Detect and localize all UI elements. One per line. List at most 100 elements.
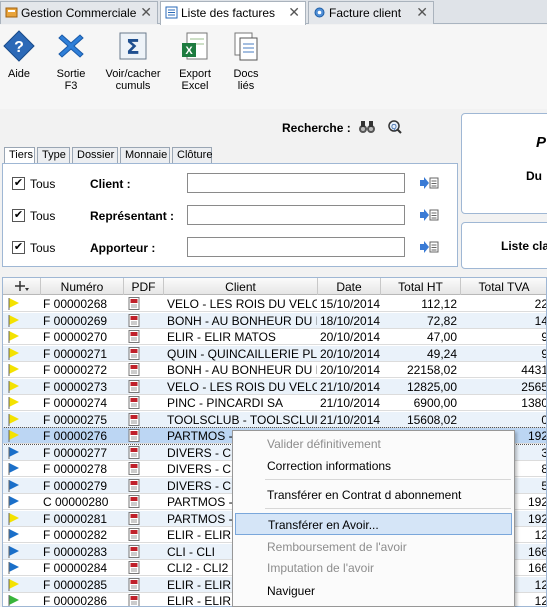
docs-lies-button[interactable]: Docs liés bbox=[228, 30, 264, 92]
col-client[interactable]: Client bbox=[164, 278, 318, 295]
pdf-icon[interactable] bbox=[128, 346, 140, 360]
export-excel-button[interactable]: X Export Excel bbox=[176, 30, 214, 92]
recherche-label: Recherche : bbox=[282, 121, 351, 135]
menu-item-transferer-avoir[interactable]: Transférer en Avoir... bbox=[235, 513, 512, 535]
tab-facture-client[interactable]: Facture client ✕ bbox=[308, 1, 434, 24]
voir-cacher-cumuls-button[interactable]: Σ Voir/cacher cumuls bbox=[103, 30, 163, 92]
tab-type[interactable]: Type bbox=[37, 147, 70, 163]
close-icon[interactable]: ✕ bbox=[140, 4, 152, 21]
tous-client-checkbox[interactable]: ✔ bbox=[12, 177, 25, 190]
menu-separator bbox=[265, 479, 511, 480]
cell-total-tva: 1380,0 bbox=[521, 396, 546, 410]
pdf-icon[interactable] bbox=[128, 478, 140, 492]
tab-monnaie[interactable]: Monnaie bbox=[120, 147, 170, 163]
menu-item-remboursement[interactable]: Remboursement de l'avoir bbox=[233, 536, 514, 558]
svg-text:Σ: Σ bbox=[126, 35, 140, 59]
menu-item-imputation[interactable]: Imputation de l'avoir bbox=[233, 557, 514, 579]
col-date[interactable]: Date bbox=[318, 278, 381, 295]
pdf-icon[interactable] bbox=[128, 544, 140, 558]
table-row[interactable]: F 00000273 VELO - LES ROIS DU VELO 21/10/2… bbox=[3, 378, 546, 395]
representant-input[interactable] bbox=[187, 205, 405, 225]
close-icon[interactable]: ✕ bbox=[416, 4, 428, 21]
exit-cross-icon bbox=[58, 34, 84, 58]
select-list-icon[interactable] bbox=[419, 208, 439, 222]
table-row[interactable]: F 00000268 VELO - LES ROIS DU VELO 15/10/2… bbox=[3, 296, 547, 312]
pdf-icon[interactable] bbox=[128, 396, 140, 409]
pdf-icon[interactable] bbox=[128, 561, 140, 574]
flag-icon bbox=[8, 496, 19, 508]
flag-icon bbox=[8, 413, 19, 426]
pdf-icon[interactable] bbox=[128, 594, 140, 607]
cell-numero: F 00000278 bbox=[43, 462, 108, 476]
table-row[interactable]: F 00000269 BONH - AU BONHEUR DU I 18/10/20… bbox=[3, 312, 546, 329]
pdf-icon[interactable] bbox=[128, 379, 140, 393]
cell-total-tva: 22,4 bbox=[534, 297, 547, 311]
col-pdf[interactable]: PDF bbox=[124, 278, 164, 295]
cell-numero: F 00000284 bbox=[43, 561, 108, 575]
search-icon[interactable]: Q bbox=[386, 119, 404, 135]
add-column-icon[interactable] bbox=[3, 278, 41, 295]
pdf-icon[interactable] bbox=[128, 313, 140, 327]
tab-dossier[interactable]: Dossier bbox=[72, 147, 118, 163]
col-numero[interactable]: Numéro bbox=[41, 278, 124, 295]
filter-row-apporteur: ✔ Tous Apporteur : bbox=[3, 237, 459, 259]
tab-cloture[interactable]: Clôture bbox=[172, 147, 212, 163]
pdf-icon[interactable] bbox=[128, 429, 140, 442]
menu-item-transferer-contrat[interactable]: Transférer en Contrat d abonnement bbox=[233, 484, 514, 506]
table-row[interactable]: F 00000270 ELIR - ELIR MATOS 20/10/2014 47,… bbox=[3, 329, 546, 345]
table-row[interactable]: F 00000271 QUIN - QUINCAILLERIE PL 20/10/2… bbox=[3, 345, 546, 362]
cell-numero: F 00000279 bbox=[43, 478, 108, 493]
pdf-icon[interactable] bbox=[128, 330, 140, 343]
cell-date: 21/10/2014 bbox=[320, 412, 381, 427]
classement-panel: Liste cla bbox=[461, 222, 547, 269]
apporteur-input[interactable] bbox=[187, 237, 405, 257]
binoculars-icon[interactable] bbox=[358, 119, 376, 135]
pdf-icon[interactable] bbox=[128, 495, 140, 508]
pdf-icon[interactable] bbox=[128, 511, 140, 525]
select-list-icon[interactable] bbox=[419, 176, 439, 190]
filter-box: ✔ Tous Client : ✔ Tous Représentant : ✔ … bbox=[2, 163, 458, 267]
client-input[interactable] bbox=[187, 173, 405, 193]
flag-icon bbox=[8, 529, 19, 541]
tab-gestion-commerciale[interactable]: Gestion Commerciale ✕ bbox=[0, 1, 158, 24]
cell-total-tva: 4431,6 bbox=[521, 363, 546, 377]
pdf-icon[interactable] bbox=[128, 412, 140, 426]
tous-apporteur-checkbox[interactable]: ✔ bbox=[12, 241, 25, 254]
tab-label: Facture client bbox=[329, 6, 402, 20]
period-title: P bbox=[536, 134, 547, 151]
pdf-icon[interactable] bbox=[128, 577, 140, 591]
aide-button[interactable]: ? Aide bbox=[2, 30, 36, 80]
pdf-icon[interactable] bbox=[128, 462, 140, 475]
cell-date: 18/10/2014 bbox=[320, 313, 381, 328]
sortie-label: Sortie F3 bbox=[56, 68, 86, 92]
cell-numero: F 00000273 bbox=[43, 379, 108, 394]
cell-client: TOOLSCLUB - TOOLSCLUI bbox=[167, 412, 317, 427]
tab-liste-des-factures[interactable]: Liste des factures ✕ bbox=[160, 1, 306, 25]
tous-representant-checkbox[interactable]: ✔ bbox=[12, 209, 25, 222]
menu-item-valider[interactable]: Valider définitivement bbox=[233, 433, 514, 455]
col-total-ht[interactable]: Total HT bbox=[381, 278, 461, 295]
table-row[interactable]: F 00000272 BONH - AU BONHEUR DU I 20/10/20… bbox=[3, 362, 546, 378]
sortie-button[interactable]: Sortie F3 bbox=[52, 30, 90, 92]
flag-icon bbox=[8, 545, 19, 558]
flag-icon bbox=[8, 347, 19, 360]
pdf-icon[interactable] bbox=[128, 445, 140, 459]
col-total-tva[interactable]: Total TVA bbox=[461, 278, 546, 295]
cell-client: VELO - LES ROIS DU VELO bbox=[167, 379, 317, 394]
table-row[interactable]: F 00000275 TOOLSCLUB - TOOLSCLUI 21/10/201… bbox=[3, 411, 546, 428]
pdf-icon[interactable] bbox=[128, 297, 140, 310]
cell-total-ht: 22158,02 bbox=[406, 363, 457, 377]
flag-icon bbox=[8, 331, 19, 343]
cell-numero: F 00000270 bbox=[43, 330, 108, 344]
cell-date: 20/10/2014 bbox=[320, 346, 381, 361]
select-list-icon[interactable] bbox=[419, 240, 439, 254]
cell-total-tva: 9,4 bbox=[463, 330, 546, 344]
pdf-icon[interactable] bbox=[128, 528, 140, 541]
flag-icon bbox=[8, 430, 19, 442]
pdf-icon[interactable] bbox=[128, 363, 140, 376]
menu-item-naviguer[interactable]: Naviguer bbox=[233, 580, 514, 602]
close-icon[interactable]: ✕ bbox=[288, 4, 300, 21]
tab-tiers[interactable]: Tiers bbox=[4, 147, 35, 164]
menu-item-correction[interactable]: Correction informations bbox=[233, 455, 514, 477]
table-row[interactable]: F 00000274 PINC - PINCARDI SA 21/10/2014 69… bbox=[3, 395, 546, 411]
